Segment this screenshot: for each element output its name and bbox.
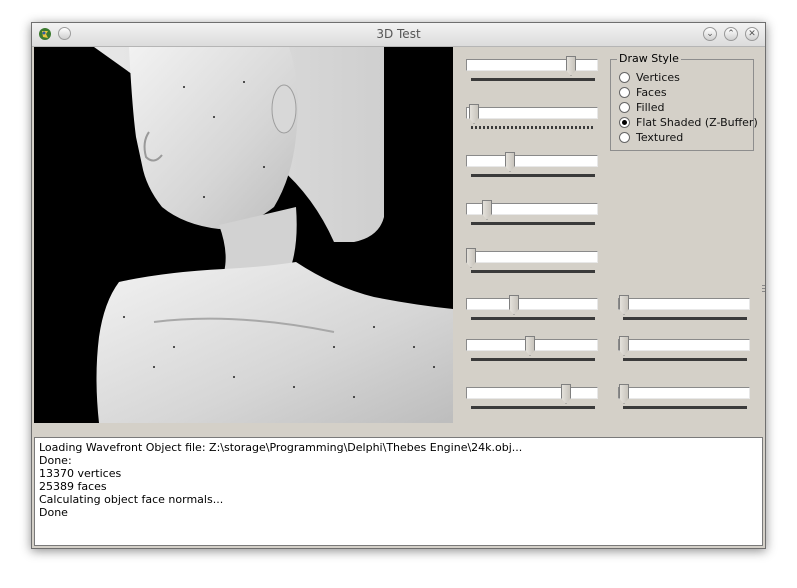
radio-button[interactable] [619,101,630,113]
log-output[interactable]: Loading Wavefront Object file: Z:\storag… [34,437,763,546]
radio-button[interactable] [619,131,630,143]
slider-thumb[interactable] [466,248,476,268]
slider-thumb[interactable] [619,295,629,315]
slider-11[interactable] [618,384,752,416]
radio-button[interactable] [619,71,630,83]
slider-thumb[interactable] [505,152,515,172]
radio-button[interactable] [619,86,630,98]
radio-label[interactable]: Vertices [636,71,680,84]
slider-ticks [471,126,595,129]
app-window: 3D Test ⌄ ⌃ ✕ Draw Style Vertices Faces … [31,22,766,549]
radio-label[interactable]: Textured [636,131,683,144]
chevron-down-icon: ⌄ [706,29,714,39]
slider-thumb[interactable] [469,104,479,124]
slider-track[interactable] [618,339,750,351]
log-line: 13370 vertices [39,467,122,480]
rendered-bust-model [94,47,453,423]
slider-track[interactable] [466,155,598,167]
slider-track[interactable] [618,298,750,310]
log-line: Done: [39,454,72,467]
slider-track[interactable] [466,298,598,310]
radio-textured[interactable]: Textured [619,130,683,144]
slider-ticks [471,406,595,409]
slider-thumb[interactable] [561,384,571,404]
slider-6[interactable] [466,295,600,327]
slider-thumb[interactable] [509,295,519,315]
slider-ticks [623,358,747,361]
maximize-button[interactable]: ⌃ [724,27,738,41]
radio-filled[interactable]: Filled [619,100,664,114]
slider-track[interactable] [618,387,750,399]
chevron-up-icon: ⌃ [727,29,735,39]
slider-2[interactable] [466,104,600,136]
log-line: Done [39,506,68,519]
slider-track[interactable] [466,387,598,399]
slider-ticks [471,174,595,177]
slider-ticks [623,317,747,320]
slider-thumb[interactable] [482,200,492,220]
render-viewport[interactable] [34,47,453,423]
slider-thumb[interactable] [525,336,535,356]
slider-ticks [623,406,747,409]
radio-faces[interactable]: Faces [619,85,667,99]
slider-3[interactable] [466,152,600,184]
slider-thumb[interactable] [619,336,629,356]
title-bar[interactable]: 3D Test ⌄ ⌃ ✕ [32,23,765,47]
slider-track[interactable] [466,251,598,263]
minimize-button[interactable]: ⌄ [703,27,717,41]
radio-label[interactable]: Faces [636,86,667,99]
radio-flat-shaded[interactable]: Flat Shaded (Z-Buffer) [619,115,758,129]
slider-ticks [471,317,595,320]
slider-thumb[interactable] [619,384,629,404]
splitter-grip[interactable] [762,285,765,293]
draw-style-legend: Draw Style [617,52,681,65]
slider-ticks [471,270,595,273]
slider-8[interactable] [466,384,600,416]
window-title: 3D Test [376,27,421,41]
radio-label[interactable]: Flat Shaded (Z-Buffer) [636,116,758,129]
radio-vertices[interactable]: Vertices [619,70,680,84]
slider-ticks [471,358,595,361]
close-button[interactable]: ✕ [745,27,759,41]
slider-track[interactable] [466,107,598,119]
radio-label[interactable]: Filled [636,101,664,114]
close-icon: ✕ [748,29,756,39]
slider-ticks [471,78,595,81]
slider-9[interactable] [618,295,752,327]
log-line: 25389 faces [39,480,107,493]
log-line: Calculating object face normals... [39,493,224,506]
radio-button-checked[interactable] [619,116,630,128]
slider-ticks [471,222,595,225]
slider-track[interactable] [466,59,598,71]
slider-5[interactable] [466,248,600,280]
slider-7[interactable] [466,336,600,368]
slider-thumb[interactable] [566,56,576,76]
slider-4[interactable] [466,200,600,232]
draw-style-group: Draw Style Vertices Faces Filled Flat Sh… [610,52,758,151]
slider-10[interactable] [618,336,752,368]
log-line: Loading Wavefront Object file: Z:\storag… [39,441,523,454]
slider-1[interactable] [466,56,600,88]
